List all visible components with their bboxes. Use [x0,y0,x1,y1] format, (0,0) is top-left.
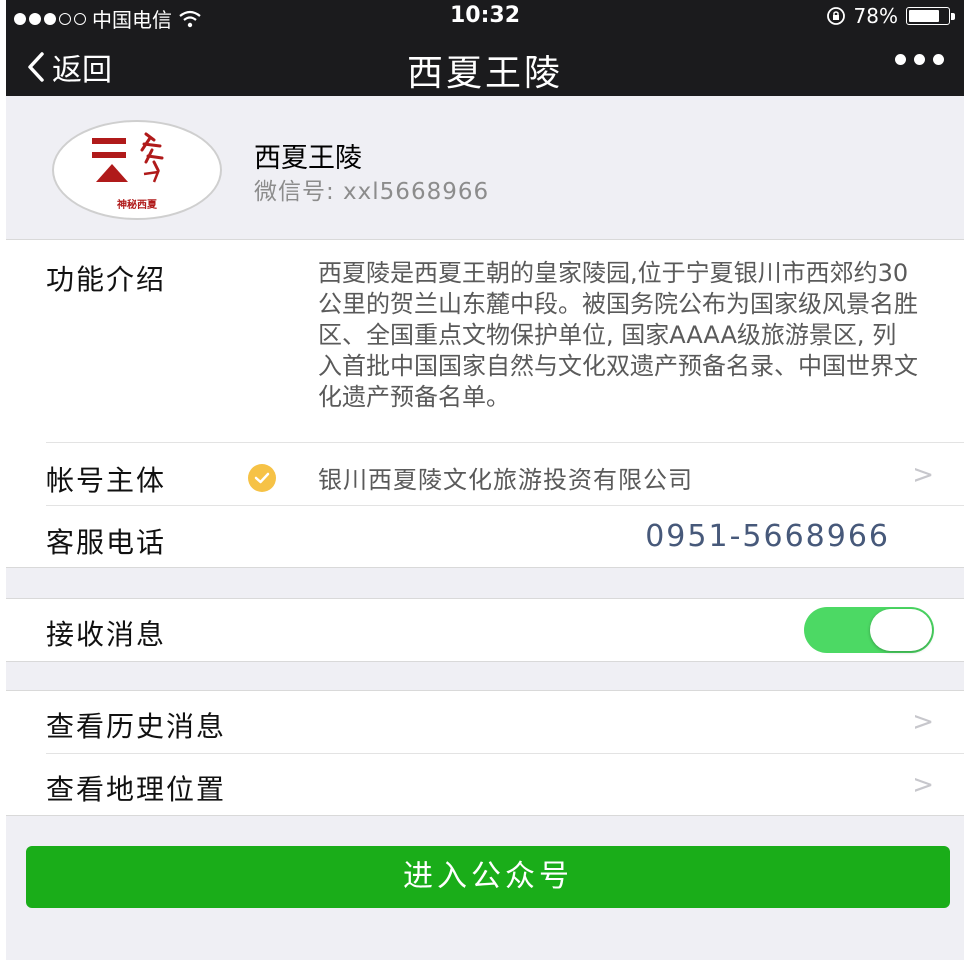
status-time: 10:32 [449,3,521,28]
battery-level [909,10,939,22]
avatar-caption: 神秘西夏 [117,200,157,211]
battery-icon [906,7,955,25]
more-icon[interactable] [895,54,944,65]
intro-text: 西夏陵是西夏王朝的皇家陵园,位于宁夏银川市西郊约30公里的贺兰山东麓中段。被国务… [318,259,918,411]
wechat-id: 微信号: xxl5668966 [254,179,490,205]
location-label: 查看地理位置 [46,773,227,806]
status-bar: 中国电信 10:32 78% [6,0,964,34]
location-row[interactable]: 查看地理位置 > [6,754,964,816]
receive-label: 接收消息 [46,618,167,651]
status-right: 78% [826,4,955,28]
chevron-right-icon: > [912,770,934,800]
actions-section: 查看历史消息 > 查看地理位置 > [6,690,964,816]
phone-label: 客服电话 [46,526,167,559]
verified-icon [248,464,276,492]
screen: 中国电信 10:32 78% 返回 西夏王陵 神秘西夏 西夏王陵 微信号: xx… [6,0,964,960]
avatar-logo: 神秘西夏 [52,120,222,220]
info-section: 功能介绍 西夏陵是西夏王朝的皇家陵园,位于宁夏银川市西郊约30公里的贺兰山东麓中… [6,240,964,568]
enter-account-button[interactable]: 进入公众号 [26,846,950,908]
receive-row: 接收消息 [6,598,964,662]
receive-toggle[interactable] [804,607,934,653]
profile-header: 神秘西夏 西夏王陵 微信号: xxl5668966 [6,96,964,240]
divider [46,505,964,506]
nav-bar: 返回 西夏王陵 [6,34,964,96]
history-label: 查看历史消息 [46,710,227,743]
chevron-right-icon: > [912,707,934,737]
history-row[interactable]: 查看历史消息 > [6,691,964,753]
phone-link[interactable]: 0951-5668966 [645,519,890,554]
intro-label: 功能介绍 [46,263,167,296]
entity-value: 银川西夏陵文化旅游投资有限公司 [318,466,693,494]
battery-percent: 78% [853,4,898,28]
avatar: 神秘西夏 [52,120,222,220]
chevron-right-icon: > [912,460,934,490]
account-name: 西夏王陵 [254,143,362,174]
lock-rotation-icon [826,7,845,25]
entity-label: 帐号主体 [46,464,167,497]
page-title: 西夏王陵 [406,53,563,94]
toggle-knob [870,609,932,651]
